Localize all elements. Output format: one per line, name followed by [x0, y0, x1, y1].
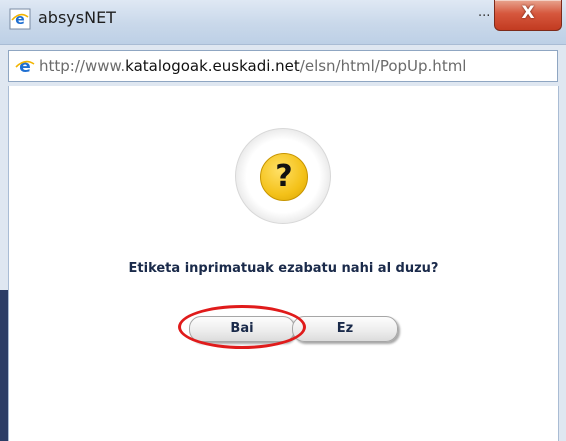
url-path: /elsn/html/PopUp.html [299, 57, 467, 75]
svg-text:e: e [19, 57, 31, 76]
confirmation-message: Etiketa inprimatuak ezabatu nahi al duzu… [128, 261, 439, 276]
question-icon-ring: ? [235, 128, 331, 224]
internet-explorer-icon: e [9, 8, 31, 30]
question-mark-icon: ? [260, 153, 308, 201]
url-prefix: http://www. [39, 57, 126, 75]
title-overflow-ellipsis: ... [478, 5, 491, 20]
address-bar: e http://www.katalogoak.euskadi.net/elsn… [8, 50, 558, 82]
no-button[interactable]: Ez [292, 316, 398, 342]
url-domain: katalogoak.euskadi.net [125, 57, 300, 75]
dialog-content: ? Etiketa inprimatuak ezabatu nahi al du… [8, 86, 559, 441]
window-title: absysNET [38, 8, 116, 27]
yes-button[interactable]: Bai [189, 316, 295, 342]
background-window-edge [0, 290, 8, 441]
close-button[interactable]: X [494, 0, 562, 31]
url-text: http://www.katalogoak.euskadi.net/elsn/h… [39, 57, 466, 75]
popup-window: e absysNET ... X e http://www.katalogoak… [0, 0, 566, 441]
title-bar: e absysNET ... X [0, 0, 566, 45]
internet-explorer-icon: e [15, 57, 35, 76]
close-icon: X [521, 3, 535, 23]
